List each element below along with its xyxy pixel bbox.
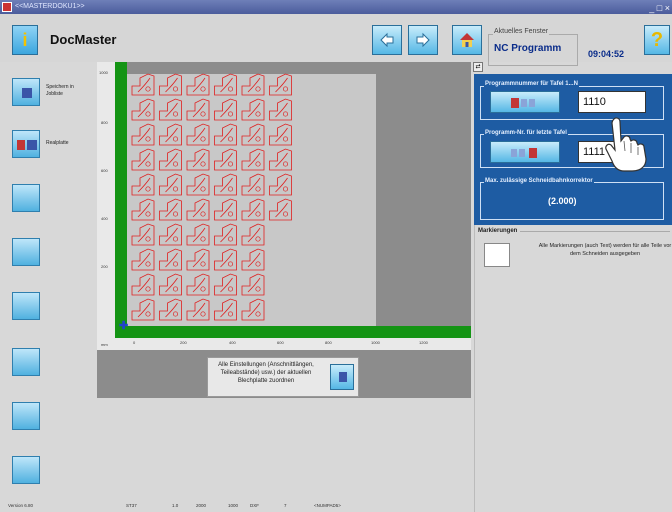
nested-part [186,173,210,196]
last-plate-label: Programm-Nr. für letzte Tafel [484,130,568,136]
nested-part [269,198,292,221]
nested-part [131,123,155,146]
status-height: 1000 [228,503,239,508]
last-plate-button[interactable] [490,141,560,163]
nested-part [159,98,182,121]
nested-part [214,198,237,221]
nested-part [159,73,182,96]
y-tick-label: 800 [101,120,108,125]
nested-part [159,148,182,171]
nested-part [159,173,182,196]
x-ruler [97,338,471,350]
nested-part [131,248,155,271]
nested-part [131,298,155,321]
status-count: 7 [284,503,287,508]
nested-part [159,223,182,246]
nested-part [269,173,292,196]
nested-part [214,173,237,196]
nested-part [186,198,210,221]
x-tick-label: 600 [277,340,284,345]
x-tick-label: 0 [133,340,136,345]
x-tick-label: 200 [180,340,187,345]
correction-label: Max. zulässige Schneidbahnkorrektor [484,178,594,184]
y-tick-label: 600 [101,168,108,173]
nested-part [241,73,265,96]
x-tick-label: 1200 [419,340,428,345]
nested-part [214,273,237,296]
status-format: DXF [250,503,259,508]
nested-part [241,198,265,221]
x-axis-bar [115,326,471,338]
y-tick-label: 200 [101,264,108,269]
nested-part [241,298,265,321]
y-tick-label: 400 [101,216,108,221]
nested-part [186,123,210,146]
status-bar: Version 6.80 ST37 1.0 2000 1000 DXF 7 <N… [0,500,672,512]
nested-part [241,148,265,171]
x-unit-label: mm [101,342,108,347]
nested-part [159,123,182,146]
marks-description: Alle Markierungen (auch Text) werden für… [538,243,672,257]
nested-part [214,298,237,321]
program-number-input[interactable]: 1110 [578,91,646,113]
nested-part [131,98,155,121]
nested-part [214,248,237,271]
nested-part [186,73,210,96]
nested-part [159,273,182,296]
nested-part [131,198,155,221]
nested-part [241,273,265,296]
correction-value: (2.000) [548,196,577,206]
nested-part [186,223,210,246]
nested-part [131,273,155,296]
marks-divider [520,231,670,232]
nested-part [186,298,210,321]
nested-part [159,198,182,221]
expand-icon[interactable]: ⇄ [473,62,483,72]
nested-part [269,148,292,171]
y-tick-label: 1000 [99,70,108,75]
nested-part [269,73,292,96]
nested-part [241,248,265,271]
status-width: 2000 [196,503,207,508]
nested-part [159,298,182,321]
y-axis-bar [115,62,127,338]
marks-checkbox[interactable] [484,243,510,267]
nested-part [241,223,265,246]
apply-settings-button[interactable] [330,364,354,390]
nested-part [186,148,210,171]
nested-part [159,248,182,271]
nested-part [214,148,237,171]
nested-part [214,73,237,96]
program-number-label: Programmnummer für Tafel 1...N [484,81,579,87]
nested-part [214,123,237,146]
marks-heading: Markierungen [478,228,518,234]
nested-part [131,148,155,171]
x-tick-label: 1000 [371,340,380,345]
nested-part [241,123,265,146]
apply-arrow-icon [339,372,347,382]
nested-part [269,98,292,121]
nested-part [186,98,210,121]
pointer-hand-icon [605,117,647,172]
status-mode: <NUMPAD5> [314,503,341,508]
nested-part [131,173,155,196]
x-tick-label: 800 [325,340,332,345]
status-thickness: 1.0 [172,503,179,508]
nested-part [241,98,265,121]
apply-settings-box: Alle Einstellungen (Anschnittlängen, Tei… [207,357,359,397]
nested-part [131,73,155,96]
nested-part [186,273,210,296]
nested-part [186,248,210,271]
nested-part [269,123,292,146]
nested-part [214,98,237,121]
x-tick-label: 400 [229,340,236,345]
status-version: Version 6.80 [8,503,34,508]
program-number-button[interactable] [490,91,560,113]
apply-settings-text: Alle Einstellungen (Anschnittlängen, Tei… [218,362,314,384]
status-material: ST37 [126,503,137,508]
origin-marker-icon: ✚ [119,320,129,332]
nested-part [214,223,237,246]
nested-part [131,223,155,246]
nested-part [241,173,265,196]
